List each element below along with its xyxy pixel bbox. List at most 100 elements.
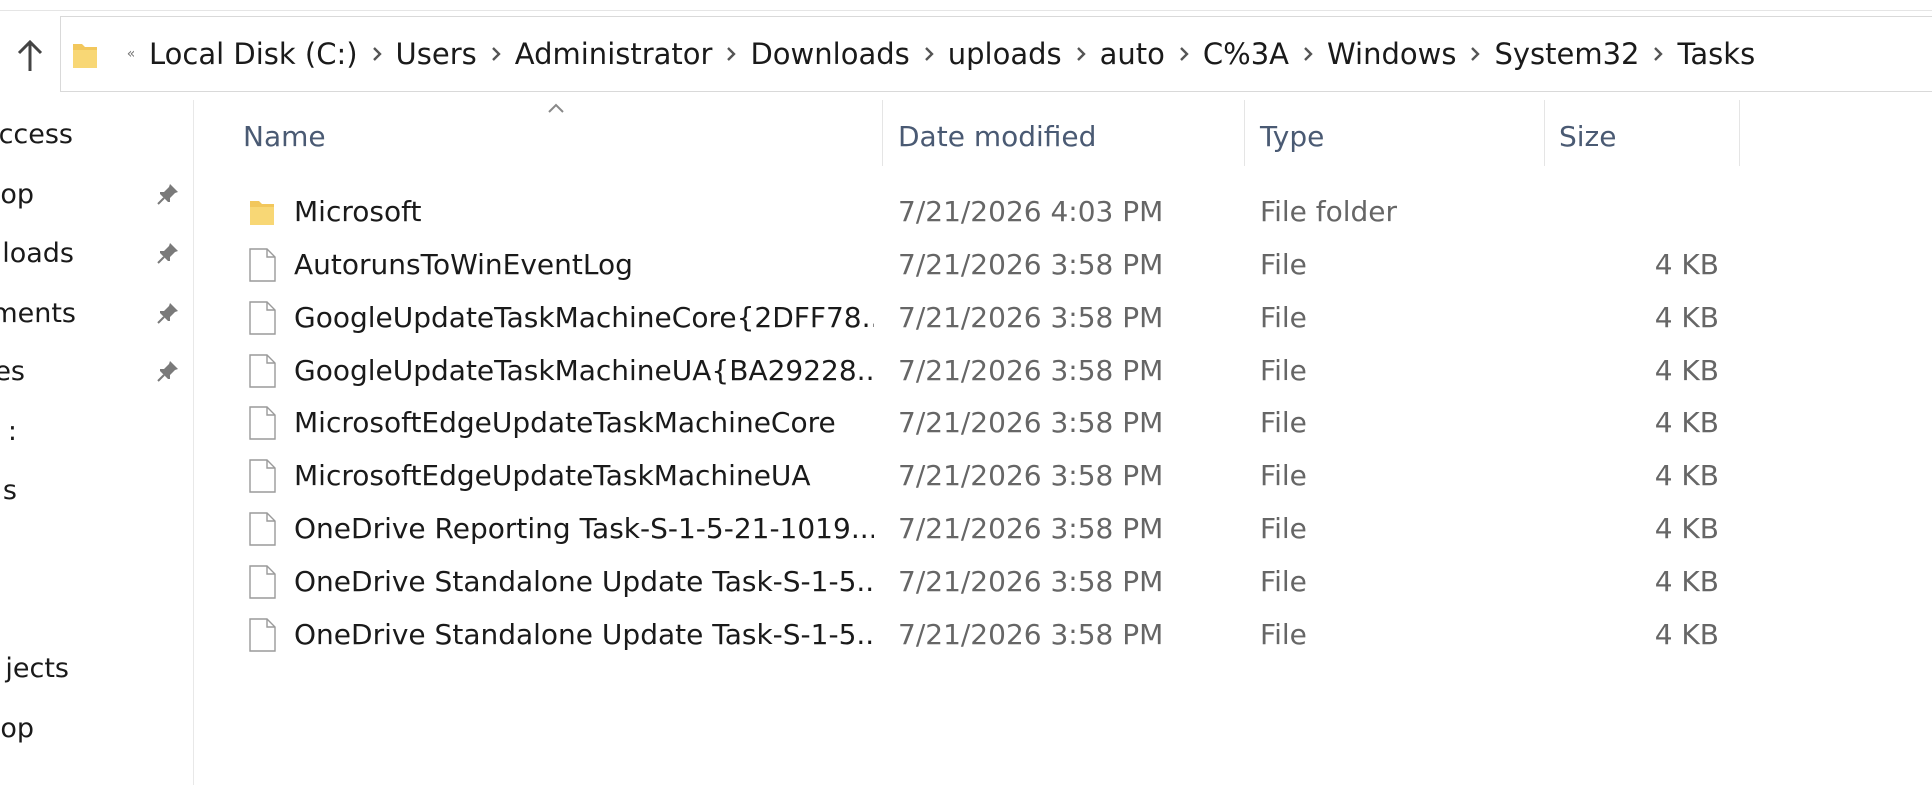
- navigation-pane: ccess op loads ments es: s jects op: [0, 100, 194, 785]
- file-row[interactable]: MicrosoftEdgeUpdateTaskMachineCore 7/21/2…: [194, 396, 1734, 448]
- file-icon: [248, 459, 276, 493]
- nav-item-label: op: [0, 178, 34, 210]
- nav-item-label: es: [0, 355, 25, 387]
- file-date-modified: 7/21/2026 3:58 PM: [898, 353, 1164, 387]
- file-type: File: [1260, 353, 1307, 387]
- file-date-modified: 7/21/2026 3:58 PM: [898, 458, 1164, 492]
- file-date-modified: 7/21/2026 3:58 PM: [898, 300, 1164, 334]
- chevron-right-icon[interactable]: [1291, 46, 1325, 62]
- chevron-right-icon[interactable]: [1458, 46, 1492, 62]
- column-header-name[interactable]: Name: [243, 114, 763, 158]
- address-bar[interactable]: « Local Disk (C:) Users Administrator Downl…: [60, 16, 1932, 92]
- file-name[interactable]: OneDrive Standalone Update Task-S-1-5...: [294, 555, 874, 607]
- column-header-row: Name Date modified Type Size: [194, 100, 1932, 172]
- breadcrumb: Local Disk (C:) Users Administrator Downloa…: [147, 37, 1757, 71]
- file-name[interactable]: OneDrive Standalone Update Task-S-1-5...: [294, 608, 874, 660]
- file-icon: [248, 354, 276, 388]
- file-name[interactable]: AutorunsToWinEventLog: [294, 238, 874, 290]
- breadcrumb-item[interactable]: System32: [1492, 37, 1641, 71]
- file-row[interactable]: GoogleUpdateTaskMachineCore{2DFF78... 7/2…: [194, 291, 1734, 343]
- breadcrumb-item[interactable]: Administrator: [513, 37, 715, 71]
- pin-icon[interactable]: [154, 180, 182, 208]
- column-header-size[interactable]: Size: [1559, 114, 1739, 158]
- file-type: File: [1260, 300, 1307, 334]
- nav-item[interactable]: ccess: [0, 114, 193, 154]
- nav-item[interactable]: es: [0, 351, 193, 391]
- column-divider[interactable]: [1244, 100, 1245, 166]
- file-name[interactable]: MicrosoftEdgeUpdateTaskMachineCore: [294, 396, 874, 448]
- chevron-right-icon[interactable]: [1167, 46, 1201, 62]
- file-icon: [248, 512, 276, 546]
- file-size: 4 KB: [1654, 511, 1719, 545]
- file-name[interactable]: OneDrive Reporting Task-S-1-5-21-1019...: [294, 502, 874, 554]
- nav-item[interactable]: jects: [0, 648, 193, 688]
- breadcrumb-overflow-button[interactable]: «: [121, 46, 141, 62]
- file-type: File: [1260, 247, 1307, 281]
- chevron-right-icon[interactable]: [360, 46, 394, 62]
- column-divider[interactable]: [1544, 100, 1545, 166]
- breadcrumb-item[interactable]: Downloads: [748, 37, 911, 71]
- file-type: File: [1260, 564, 1307, 598]
- file-row[interactable]: AutorunsToWinEventLog 7/21/2026 3:58 PM Fi…: [194, 238, 1734, 290]
- nav-item-label: ments: [0, 297, 76, 329]
- file-icon: [248, 406, 276, 440]
- file-name[interactable]: GoogleUpdateTaskMachineUA{BA29228...: [294, 344, 874, 396]
- file-type: File: [1260, 458, 1307, 492]
- file-row[interactable]: OneDrive Reporting Task-S-1-5-21-1019...…: [194, 502, 1734, 554]
- column-divider[interactable]: [882, 100, 883, 166]
- pin-icon[interactable]: [154, 299, 182, 327]
- file-icon: [248, 618, 276, 652]
- breadcrumb-item[interactable]: auto: [1098, 37, 1167, 71]
- file-type: File: [1260, 617, 1307, 651]
- nav-item[interactable]: s: [0, 470, 193, 510]
- breadcrumb-item[interactable]: Users: [394, 37, 479, 71]
- file-row[interactable]: OneDrive Standalone Update Task-S-1-5...…: [194, 555, 1734, 607]
- breadcrumb-item[interactable]: Tasks: [1675, 37, 1757, 71]
- file-type: File: [1260, 405, 1307, 439]
- file-row[interactable]: GoogleUpdateTaskMachineUA{BA29228... 7/21…: [194, 344, 1734, 396]
- up-button[interactable]: [10, 36, 50, 76]
- chevron-right-icon[interactable]: [1064, 46, 1098, 62]
- nav-item[interactable]: op: [0, 708, 193, 748]
- file-size: 4 KB: [1654, 405, 1719, 439]
- breadcrumb-item[interactable]: Local Disk (C:): [147, 37, 360, 71]
- chevron-right-icon[interactable]: [1641, 46, 1675, 62]
- file-date-modified: 7/21/2026 3:58 PM: [898, 247, 1164, 281]
- chevron-right-icon[interactable]: [714, 46, 748, 62]
- file-size: 4 KB: [1654, 458, 1719, 492]
- nav-item[interactable]: loads: [0, 233, 193, 273]
- file-size: 4 KB: [1654, 300, 1719, 334]
- chevron-right-icon[interactable]: [479, 46, 513, 62]
- file-row[interactable]: MicrosoftEdgeUpdateTaskMachineUA 7/21/202…: [194, 449, 1734, 501]
- file-name[interactable]: GoogleUpdateTaskMachineCore{2DFF78...: [294, 291, 874, 343]
- file-size: 4 KB: [1654, 353, 1719, 387]
- pin-icon[interactable]: [154, 357, 182, 385]
- nav-item[interactable]: ments: [0, 293, 193, 333]
- nav-item-label: op: [0, 712, 34, 744]
- file-size: 4 KB: [1654, 564, 1719, 598]
- column-header-date-modified[interactable]: Date modified: [898, 114, 1238, 158]
- breadcrumb-item[interactable]: uploads: [946, 37, 1064, 71]
- folder-icon: [248, 195, 276, 229]
- file-size: [1559, 185, 1719, 237]
- breadcrumb-item[interactable]: Windows: [1325, 37, 1458, 71]
- nav-item-label: loads: [2, 237, 74, 269]
- folder-icon: [69, 38, 101, 70]
- nav-item[interactable]: op: [0, 174, 193, 214]
- file-icon: [248, 565, 276, 599]
- pin-icon[interactable]: [154, 239, 182, 267]
- file-date-modified: 7/21/2026 3:58 PM: [898, 617, 1164, 651]
- file-name[interactable]: MicrosoftEdgeUpdateTaskMachineUA: [294, 449, 874, 501]
- nav-item[interactable]: :: [0, 411, 193, 451]
- nav-item-label: jects: [5, 652, 69, 684]
- column-divider[interactable]: [1739, 100, 1740, 166]
- file-size: 4 KB: [1654, 247, 1719, 281]
- breadcrumb-item[interactable]: C%3A: [1201, 37, 1291, 71]
- column-header-type[interactable]: Type: [1260, 114, 1540, 158]
- file-row[interactable]: Microsoft 7/21/2026 4:03 PM File folder: [194, 185, 1734, 237]
- file-row[interactable]: OneDrive Standalone Update Task-S-1-5...…: [194, 608, 1734, 660]
- file-name[interactable]: Microsoft: [294, 185, 874, 237]
- chevron-right-icon[interactable]: [912, 46, 946, 62]
- file-size: 4 KB: [1654, 617, 1719, 651]
- file-date-modified: 7/21/2026 3:58 PM: [898, 511, 1164, 545]
